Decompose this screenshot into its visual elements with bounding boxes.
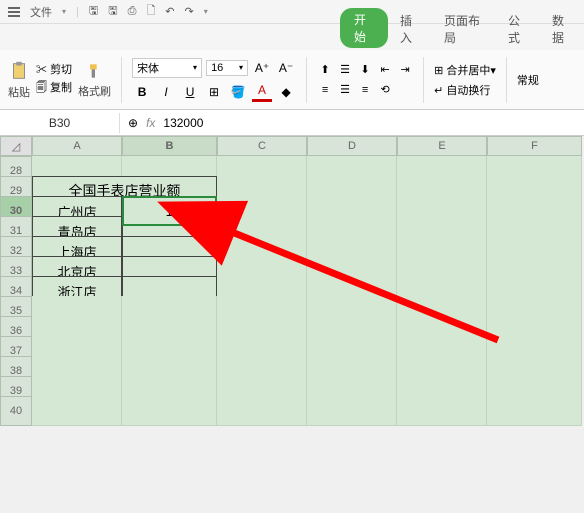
font-color-button[interactable]: A: [252, 82, 272, 102]
customize-dropdown-icon[interactable]: ▾: [204, 7, 208, 16]
border-button[interactable]: ⊞: [204, 82, 224, 102]
ribbon-tabs: 开始 插入 页面布局 公式 数据: [0, 24, 584, 50]
number-format-select[interactable]: 常规: [517, 72, 539, 88]
align-bottom-icon[interactable]: ⬇: [357, 62, 373, 78]
highlight-button[interactable]: ◆: [276, 82, 296, 102]
format-painter-button[interactable]: 格式刷: [78, 61, 111, 99]
function-wizard-icon[interactable]: ⊕: [128, 116, 138, 130]
align-top-icon[interactable]: ⬆: [317, 62, 333, 78]
print-preview-icon[interactable]: 🗋: [146, 2, 155, 21]
align-right-icon[interactable]: ≡: [357, 82, 373, 98]
indent-increase-icon[interactable]: ⇥: [397, 62, 413, 78]
save-icon[interactable]: 🖫: [89, 2, 98, 21]
cell-B30[interactable]: 132000: [122, 196, 217, 226]
orientation-icon[interactable]: ⟲: [377, 82, 393, 98]
ribbon-toolbar: 粘贴 ✂ 剪切 🗐 复制 格式刷 宋体▾ 16▾ A⁺ A⁻ B I U ⊞ 🪣…: [0, 50, 584, 110]
font-name-select[interactable]: 宋体▾: [132, 58, 202, 78]
fill-color-button[interactable]: 🪣: [228, 82, 248, 102]
col-header-B[interactable]: B: [122, 136, 217, 156]
align-center-icon[interactable]: ☰: [337, 82, 353, 98]
menu-icon[interactable]: [8, 7, 20, 17]
undo-icon[interactable]: ↶: [165, 5, 174, 18]
col-header-C[interactable]: C: [217, 136, 307, 156]
decrease-font-icon[interactable]: A⁻: [276, 58, 296, 78]
col-header-A[interactable]: A: [32, 136, 122, 156]
formula-bar: B30 ⊕ fx 132000: [0, 110, 584, 136]
align-middle-icon[interactable]: ☰: [337, 62, 353, 78]
file-dropdown-icon[interactable]: ▾: [62, 7, 66, 16]
font-size-select[interactable]: 16▾: [206, 60, 248, 76]
fx-icon[interactable]: fx: [146, 116, 155, 130]
auto-wrap-button[interactable]: ↵ 自动换行: [434, 82, 496, 98]
tab-start[interactable]: 开始: [340, 8, 388, 48]
save-as-icon[interactable]: 🖫: [108, 2, 117, 21]
italic-button[interactable]: I: [156, 82, 176, 102]
formula-content[interactable]: 132000: [163, 116, 203, 130]
indent-decrease-icon[interactable]: ⇤: [377, 62, 393, 78]
col-header-F[interactable]: F: [487, 136, 582, 156]
merge-center-button[interactable]: ⊞ 合并居中▾: [434, 62, 496, 78]
align-left-icon[interactable]: ≡: [317, 82, 333, 98]
col-header-D[interactable]: D: [307, 136, 397, 156]
print-icon[interactable]: ⎙: [128, 5, 137, 18]
increase-font-icon[interactable]: A⁺: [252, 58, 272, 78]
redo-icon[interactable]: ↷: [185, 5, 194, 18]
tab-data[interactable]: 数据: [540, 8, 584, 50]
file-menu[interactable]: 文件: [30, 4, 52, 20]
name-box[interactable]: B30: [0, 113, 120, 133]
row-header-40[interactable]: 40: [0, 396, 32, 426]
cut-button[interactable]: ✂ 剪切: [36, 61, 72, 77]
copy-button[interactable]: 🗐 复制: [36, 79, 72, 98]
col-header-E[interactable]: E: [397, 136, 487, 156]
paste-button[interactable]: 粘贴: [8, 60, 30, 100]
bold-button[interactable]: B: [132, 82, 152, 102]
tab-page-layout[interactable]: 页面布局: [432, 8, 496, 50]
tab-insert[interactable]: 插入: [388, 8, 432, 50]
underline-button[interactable]: U: [180, 82, 200, 102]
spreadsheet-grid[interactable]: ◿ A B C D E F 28 29 全国手表店营业额 30 广州店 1320…: [0, 136, 584, 513]
tab-formula[interactable]: 公式: [496, 8, 540, 50]
select-all-corner[interactable]: ◿: [0, 136, 32, 156]
